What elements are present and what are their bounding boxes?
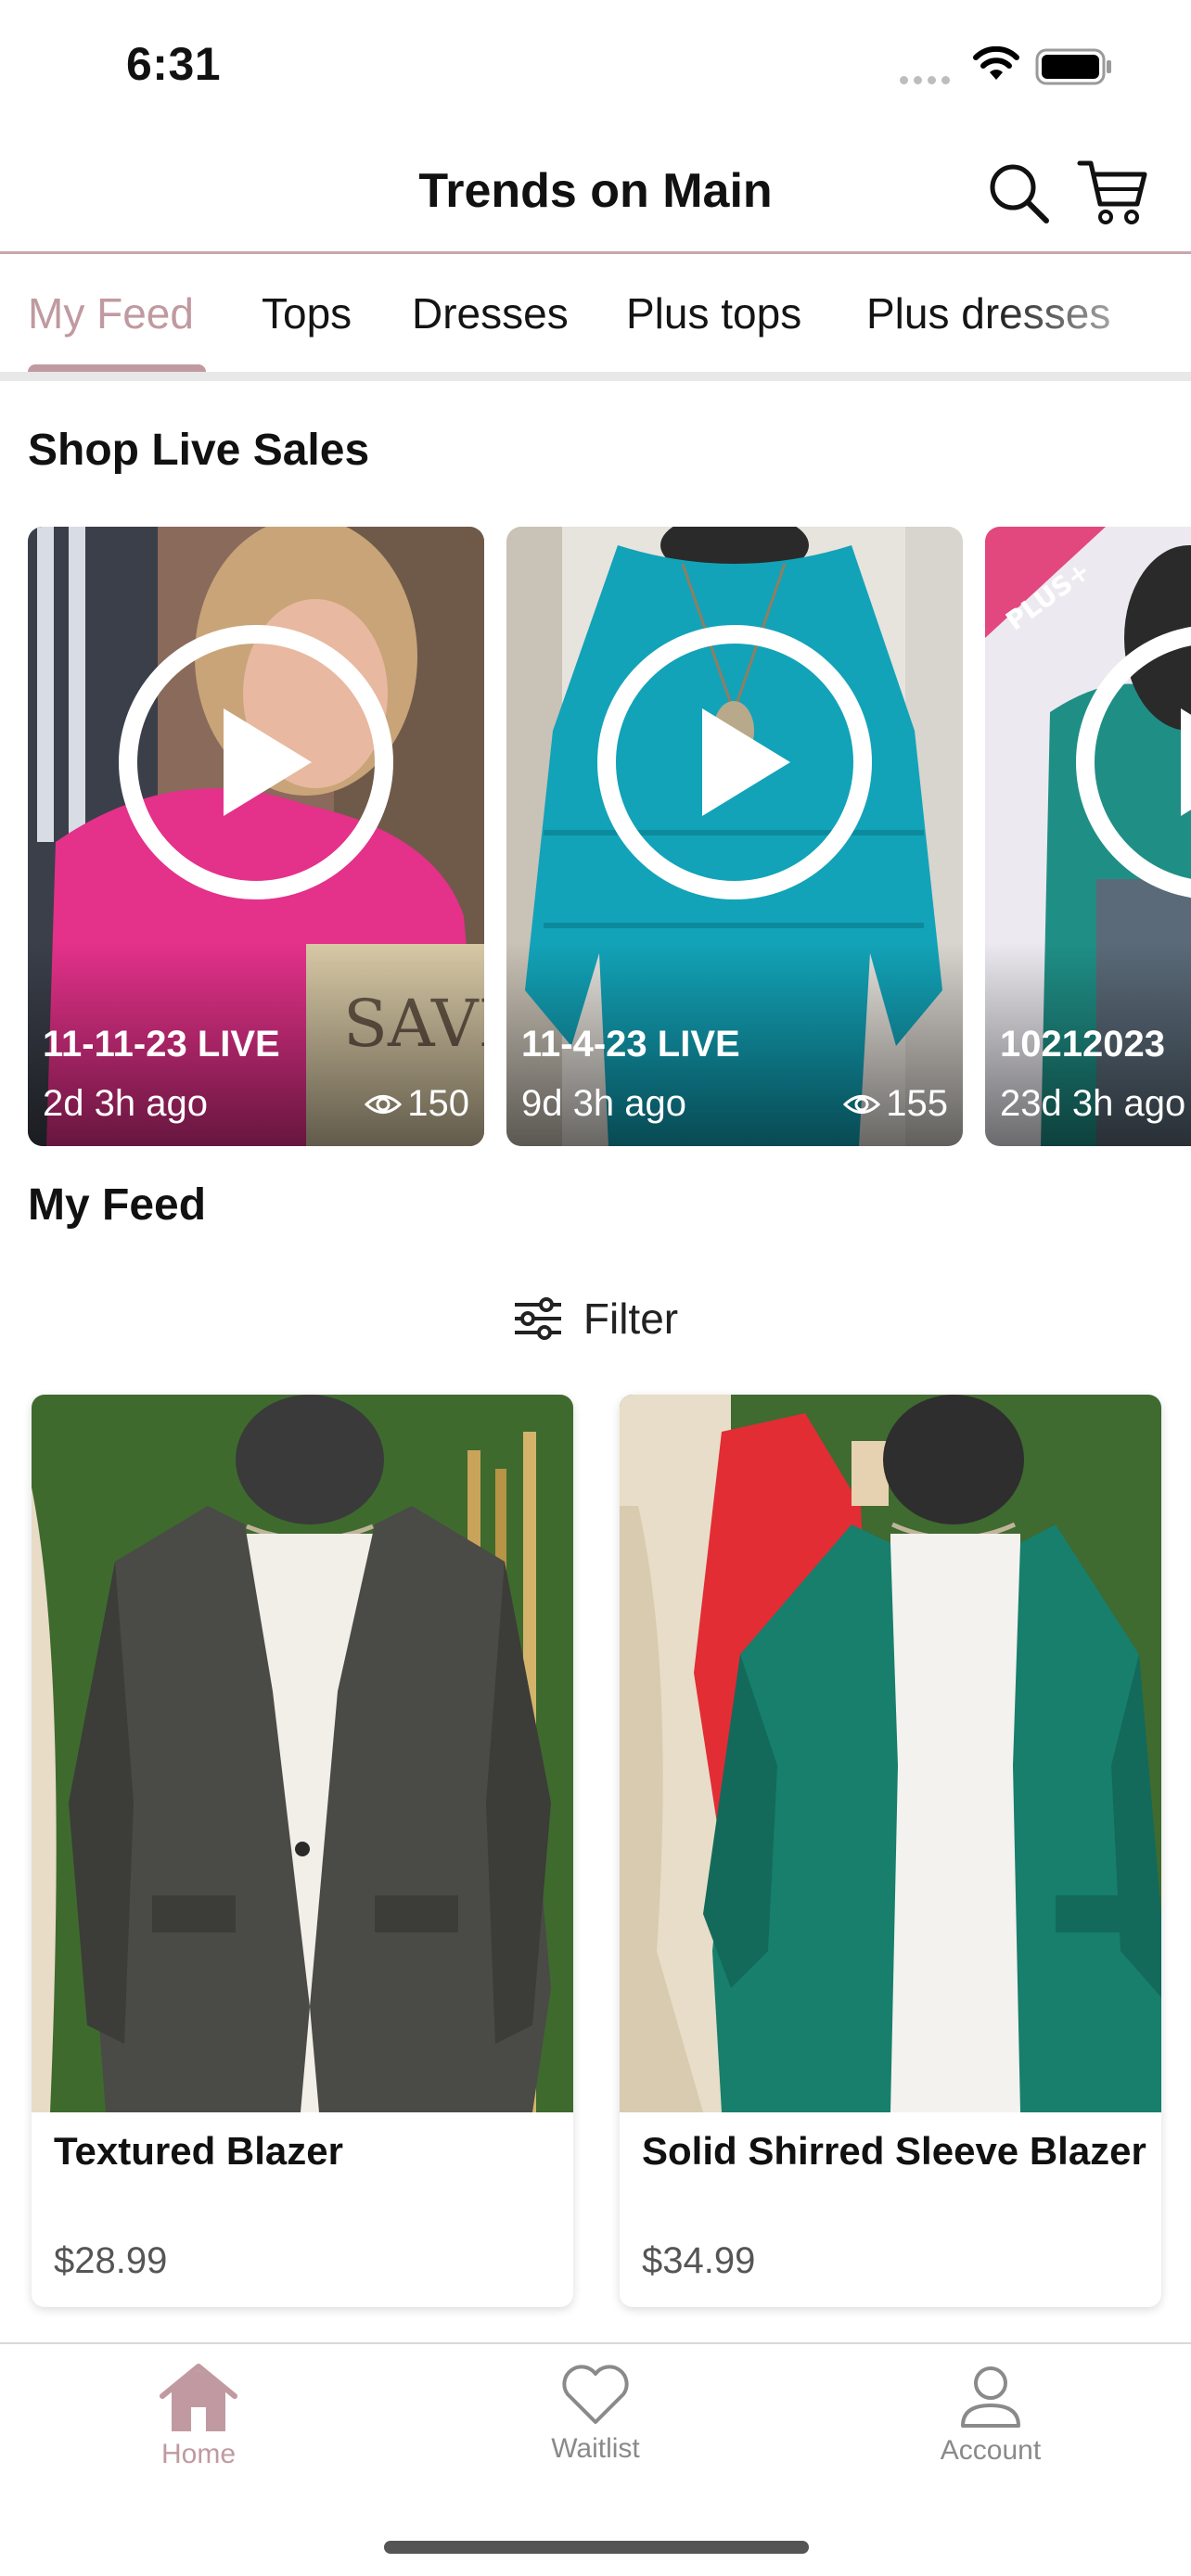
live-card-view-count: 155 <box>886 1083 948 1124</box>
nav-home[interactable]: Home <box>96 2363 301 2470</box>
product-image <box>32 1395 573 2112</box>
home-indicator[interactable] <box>384 2541 809 2554</box>
live-card-views: 150 <box>365 1083 469 1125</box>
home-icon <box>160 2364 237 2431</box>
live-card-time: 9d 3h ago <box>521 1083 686 1124</box>
feed-section-title: My Feed <box>28 1180 207 1230</box>
tab-plus-dresses[interactable]: Plus dresses <box>866 288 1110 338</box>
live-card-view-count: 150 <box>407 1083 469 1124</box>
tab-dresses[interactable]: Dresses <box>412 288 569 338</box>
product-card[interactable]: Textured Blazer $28.99 <box>32 1395 573 2307</box>
tab-my-feed[interactable]: My Feed <box>28 288 194 338</box>
live-card-title: 11-11-23 LIVE <box>43 1024 280 1065</box>
eye-icon <box>365 1094 403 1114</box>
status-time: 6:31 <box>126 38 222 90</box>
play-icon[interactable] <box>117 623 395 901</box>
product-name: Solid Shirred Sleeve Blazer <box>642 2129 1146 2173</box>
live-card[interactable]: PLUS+ 10212023 23d 3h ago <box>985 527 1191 1146</box>
tab-tops[interactable]: Tops <box>262 288 352 338</box>
live-card-title: 11-4-23 LIVE <box>521 1024 740 1065</box>
battery-icon <box>1035 48 1111 85</box>
nav-account[interactable]: Account <box>889 2363 1093 2467</box>
heart-icon <box>562 2365 629 2424</box>
live-card-title: 10212023 <box>1000 1024 1165 1065</box>
product-image <box>620 1395 1161 2112</box>
category-tabs: My Feed Tops Dresses Plus tops Plus dres… <box>0 257 1191 381</box>
filter-icon <box>514 1297 561 1340</box>
nav-waitlist[interactable]: Waitlist <box>493 2363 698 2465</box>
cart-icon[interactable] <box>1076 156 1150 228</box>
account-icon <box>961 2366 1020 2428</box>
product-price: $28.99 <box>54 2240 168 2281</box>
app-header: Trends on Main <box>0 130 1191 254</box>
filter-label: Filter <box>583 1294 679 1343</box>
product-name: Textured Blazer <box>54 2129 343 2173</box>
nav-home-label: Home <box>160 2439 237 2469</box>
eye-icon <box>843 1094 881 1114</box>
live-card-time: 2d 3h ago <box>43 1083 208 1124</box>
nav-waitlist-label: Waitlist <box>551 2433 640 2464</box>
filter-button[interactable]: Filter <box>0 1282 1191 1356</box>
nav-account-label: Account <box>940 2435 1042 2466</box>
product-price: $34.99 <box>642 2240 756 2281</box>
tab-plus-tops[interactable]: Plus tops <box>626 288 801 338</box>
active-tab-indicator <box>28 364 206 372</box>
play-icon[interactable] <box>1074 623 1191 901</box>
product-card[interactable]: Solid Shirred Sleeve Blazer $34.99 <box>620 1395 1161 2307</box>
live-card-time: 23d 3h ago <box>1000 1083 1186 1124</box>
wifi-icon <box>973 46 1019 80</box>
live-card[interactable]: SAVE 11-11-23 LIVE 2d 3h ago 150 <box>28 527 484 1146</box>
play-icon[interactable] <box>596 623 874 901</box>
live-carousel[interactable]: SAVE 11-11-23 LIVE 2d 3h ago 150 <box>0 527 1191 1148</box>
live-card[interactable]: 11-4-23 LIVE 9d 3h ago 155 <box>506 527 963 1146</box>
search-icon[interactable] <box>985 159 1052 226</box>
signal-icon <box>900 72 955 89</box>
live-card-views: 155 <box>843 1083 948 1125</box>
status-bar: 6:31 <box>0 0 1191 130</box>
live-section-title: Shop Live Sales <box>28 426 370 475</box>
